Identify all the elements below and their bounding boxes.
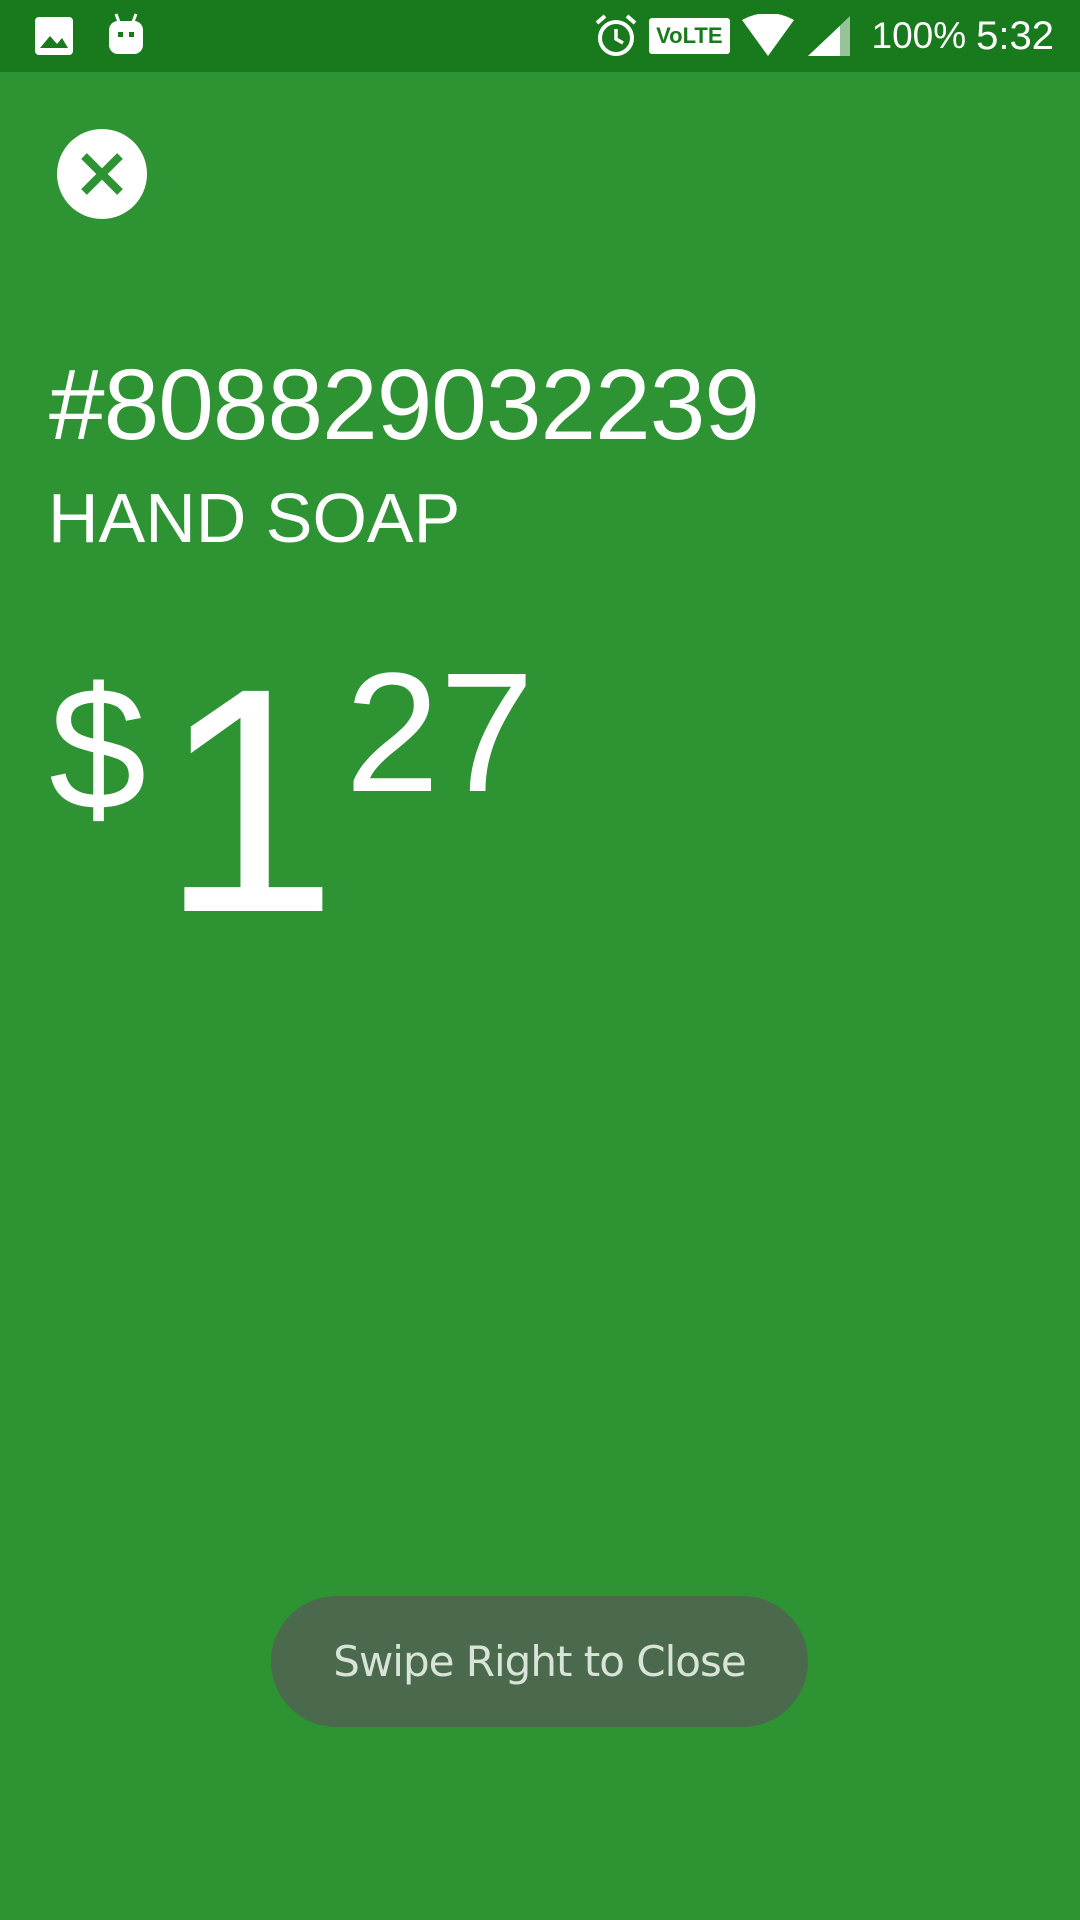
wifi-icon xyxy=(741,14,794,56)
alarm-icon xyxy=(595,14,637,56)
status-bar: VoLTE 100% 5:32 xyxy=(0,0,1080,72)
status-clock: 5:32 xyxy=(976,13,1054,58)
close-button[interactable] xyxy=(57,129,147,219)
item-name: HAND SOAP xyxy=(48,479,461,557)
battery-percentage: 100% xyxy=(871,15,967,56)
item-number: #808829032239 xyxy=(49,349,760,461)
image-icon xyxy=(35,17,73,55)
price-dollars: 1 xyxy=(160,621,338,979)
price-cents: 27 xyxy=(345,638,535,828)
android-debug-icon xyxy=(109,13,143,54)
close-icon xyxy=(81,153,123,195)
price-currency-symbol: $ xyxy=(49,652,147,847)
volte-icon: VoLTE xyxy=(649,18,730,54)
cell-signal-icon xyxy=(807,16,850,56)
swipe-hint-toast: Swipe Right to Close xyxy=(271,1596,808,1727)
status-icons: VoLTE 100% 5:32 xyxy=(583,0,1054,72)
